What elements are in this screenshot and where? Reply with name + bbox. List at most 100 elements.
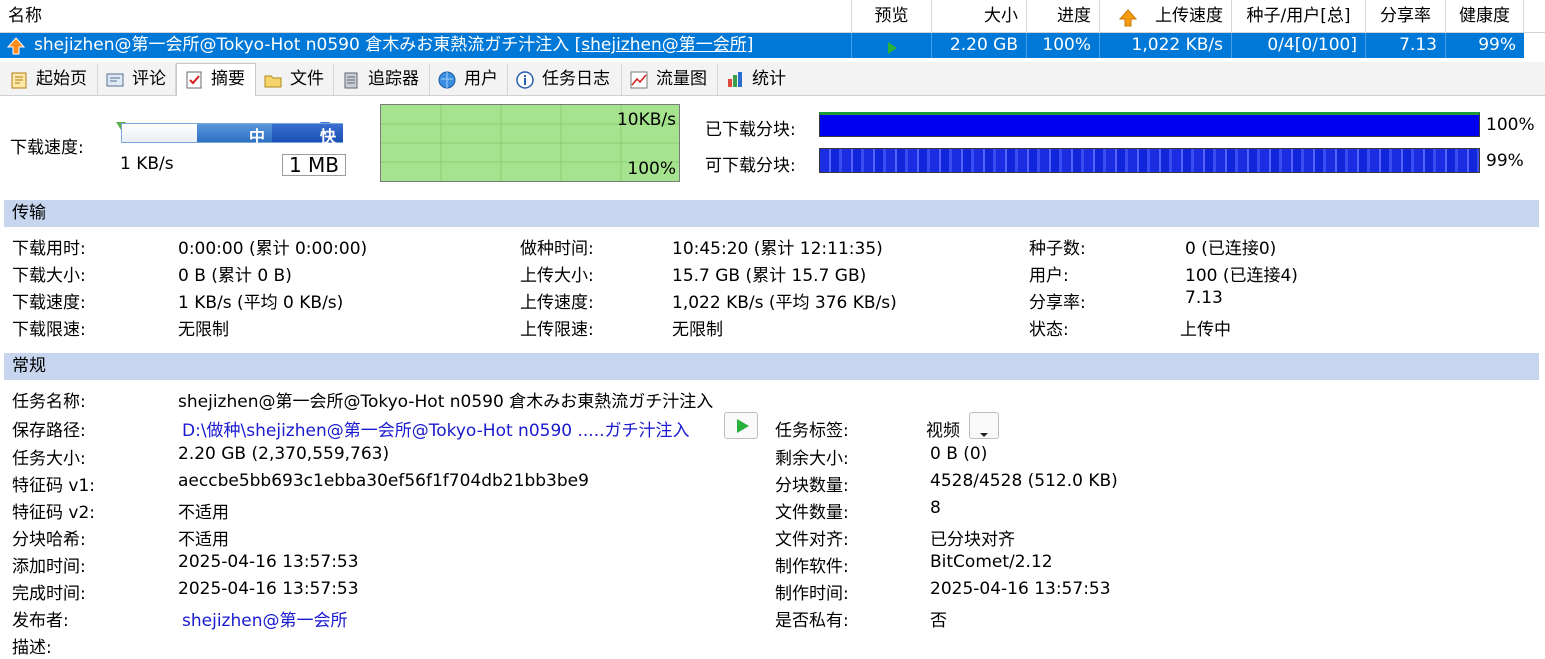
ul-limit-label: 上传限速: <box>520 320 594 340</box>
tab-users-label: 用户 <box>464 69 498 89</box>
transfer-section-header: 传输 <box>4 200 1539 227</box>
preview-play-icon[interactable] <box>885 38 899 54</box>
column-size[interactable]: 大小 <box>932 0 1027 33</box>
download-speed-slider[interactable]: 中 快 <box>121 123 343 146</box>
column-peers[interactable]: 种子/用户[总] <box>1232 0 1366 33</box>
tab-files-label: 文件 <box>290 69 324 89</box>
preview-cell[interactable] <box>852 33 932 58</box>
task-peers: 0/4[0/100] <box>1232 33 1366 58</box>
tab-statistics-label: 统计 <box>752 69 786 89</box>
file-count-value: 8 <box>930 498 941 518</box>
column-upload-speed[interactable]: 上传速度 <box>1100 0 1232 33</box>
publisher-link[interactable]: shejizhen@第一会所 <box>182 606 347 631</box>
file-count-label: 文件数量: <box>775 503 849 523</box>
task-tag-label: 任务标签: <box>775 421 849 441</box>
tab-trackers[interactable]: 追踪器 <box>334 64 430 95</box>
ul-limit-value: 无限制 <box>672 320 723 340</box>
available-pieces-percent: 99% <box>1486 151 1524 171</box>
ul-speed-label: 上传速度: <box>520 293 594 313</box>
chart-icon <box>629 70 649 90</box>
tab-summary-label: 摘要 <box>211 69 245 89</box>
downloaded-pieces-percent: 100% <box>1486 115 1535 135</box>
tab-task-log-label: 任务日志 <box>542 69 610 89</box>
download-limit-box[interactable]: 1 MB <box>282 154 346 176</box>
seed-time-label: 做种时间: <box>520 239 594 259</box>
tab-comments-label: 评论 <box>132 69 166 89</box>
tab-home[interactable]: 起始页 <box>2 64 98 95</box>
tab-comments[interactable]: 评论 <box>98 64 176 95</box>
task-tag-value: 视频 <box>926 421 960 441</box>
dl-size-label: 下载大小: <box>12 266 86 286</box>
info-icon <box>515 70 535 90</box>
dl-size-value: 0 B (累计 0 B) <box>178 266 292 286</box>
piece-hash-label: 分块哈希: <box>12 530 86 550</box>
seed-time-value: 10:45:20 (累计 12:11:35) <box>672 239 883 259</box>
task-progress: 100% <box>1027 33 1100 58</box>
ul-size-value: 15.7 GB (累计 15.7 GB) <box>672 266 867 286</box>
stats-icon <box>725 70 745 90</box>
slider-max-marker-icon <box>320 115 330 130</box>
file-icon <box>263 70 283 90</box>
users-icon <box>437 70 457 90</box>
save-path-link[interactable]: D:\做种\shejizhen@第一会所@Tokyo-Hot n0590 ...… <box>182 416 690 441</box>
column-name[interactable]: 名称 <box>0 0 852 33</box>
dl-speed-value: 1 KB/s (平均 0 KB/s) <box>178 293 344 313</box>
created-time-label: 制作时间: <box>775 584 849 604</box>
completed-time-label: 完成时间: <box>12 584 86 604</box>
dl-speed-label: 下载速度: <box>12 293 86 313</box>
comment-icon <box>105 70 125 90</box>
slider-fast-label: 快 <box>320 127 337 146</box>
tab-home-label: 起始页 <box>36 69 87 89</box>
piece-count-value: 4528/4528 (512.0 KB) <box>930 471 1118 491</box>
tab-traffic-graph[interactable]: 流量图 <box>622 64 718 95</box>
detail-tab-bar: 起始页 评论 摘要 文件 追踪器 用户 任务日志 流量图 统计 <box>0 62 1545 96</box>
status-label: 状态: <box>1029 320 1069 340</box>
hash-v1-value: aeccbe5bb693c1ebba30ef56f1f704db21bb3be9 <box>178 471 589 491</box>
home-page-icon <box>9 70 29 90</box>
slider-fill-fast: 快 <box>272 124 343 146</box>
column-preview[interactable]: 预览 <box>852 0 932 33</box>
private-value: 否 <box>930 611 947 631</box>
dl-time-label: 下载用时: <box>12 239 86 259</box>
software-label: 制作软件: <box>775 557 849 577</box>
task-list-header: 名称 预览 大小 进度 上传速度 种子/用户[总] 分享率 健康度 <box>0 0 1545 33</box>
hash-v2-label: 特征码 v2: <box>12 503 96 523</box>
tab-summary[interactable]: 摘要 <box>176 63 256 96</box>
created-time-value: 2025-04-16 13:57:53 <box>930 579 1111 599</box>
task-row-selected[interactable]: shejizhen@第一会所@Tokyo-Hot n0590 倉木みお東熱流ガチ… <box>0 33 1524 58</box>
column-progress[interactable]: 进度 <box>1027 0 1100 33</box>
general-section-header: 常规 <box>4 353 1539 380</box>
column-ratio[interactable]: 分享率 <box>1366 0 1446 33</box>
tab-users[interactable]: 用户 <box>430 64 508 95</box>
task-size: 2.20 GB <box>932 33 1027 58</box>
private-label: 是否私有: <box>775 611 849 631</box>
ratio-label: 分享率: <box>1029 293 1086 313</box>
column-upload-speed-label: 上传速度 <box>1155 6 1223 26</box>
ul-size-label: 上传大小: <box>520 266 594 286</box>
software-value: BitComet/2.12 <box>930 552 1053 572</box>
file-align-value: 已分块对齐 <box>930 530 1015 550</box>
open-path-button[interactable] <box>724 412 758 439</box>
task-tag-dropdown[interactable] <box>969 412 999 439</box>
summary-icon <box>184 70 204 90</box>
task-name: shejizhen@第一会所@Tokyo-Hot n0590 倉木みお東熱流ガチ… <box>0 33 852 58</box>
hash-v1-label: 特征码 v1: <box>12 476 96 496</box>
tab-task-log[interactable]: 任务日志 <box>508 64 622 95</box>
remaining-value: 0 B (0) <box>930 444 988 464</box>
tab-files[interactable]: 文件 <box>256 64 334 95</box>
added-time-label: 添加时间: <box>12 557 86 577</box>
file-align-label: 文件对齐: <box>775 530 849 550</box>
ratio-value: 7.13 <box>1185 288 1223 308</box>
tab-statistics[interactable]: 统计 <box>718 64 792 95</box>
task-size-label: 任务大小: <box>12 449 86 469</box>
save-path-label: 保存路径: <box>12 421 86 441</box>
available-pieces-label: 可下载分块: <box>705 156 796 176</box>
remaining-label: 剩余大小: <box>775 449 849 469</box>
chevron-down-icon <box>979 423 989 442</box>
description-label: 描述: <box>12 638 52 658</box>
column-health[interactable]: 健康度 <box>1446 0 1524 33</box>
speed-graph: 10KB/s 100% <box>380 104 680 182</box>
piece-hash-value: 不适用 <box>178 530 229 550</box>
available-pieces-bar <box>819 148 1480 173</box>
upload-arrow-icon <box>1118 7 1138 27</box>
